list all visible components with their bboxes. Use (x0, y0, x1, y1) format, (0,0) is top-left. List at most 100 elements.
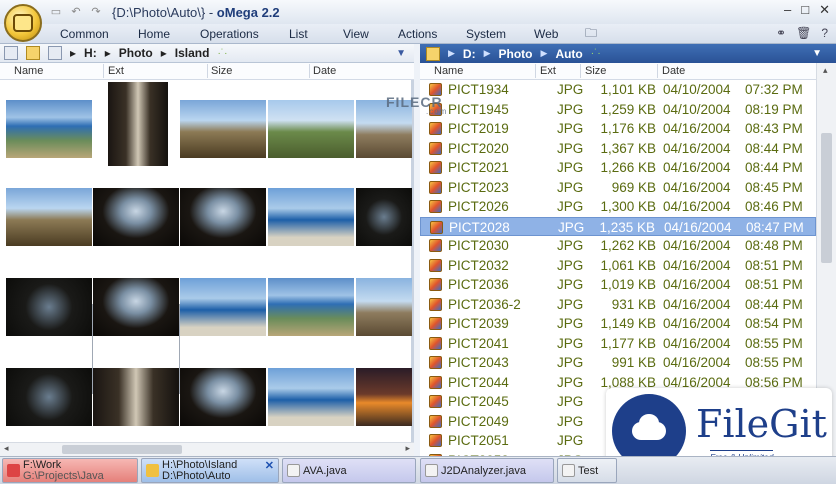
chevron-down-icon[interactable]: ▼ (812, 48, 822, 59)
file-time: 08:51 PM (745, 257, 803, 273)
tab-common[interactable]: Common (60, 27, 109, 41)
panel-view-icon[interactable] (4, 46, 18, 60)
thumbnail[interactable] (6, 188, 92, 246)
tab-view[interactable]: View (343, 27, 369, 41)
thumbnail[interactable] (356, 278, 412, 336)
file-name: PICT2026 (448, 199, 509, 214)
jpg-file-icon (430, 220, 443, 234)
edit-icon[interactable] (48, 46, 62, 60)
thumbnail[interactable] (108, 82, 168, 166)
close-icon[interactable]: ✕ (819, 2, 830, 18)
file-row[interactable]: PICT2030 JPG 1,262 KB 04/16/2004 08:48 PM (420, 236, 816, 256)
tab-web[interactable]: Web (534, 27, 558, 41)
jpg-file-icon (429, 258, 442, 272)
thumbnail[interactable] (268, 368, 354, 426)
file-time: 08:55 PM (745, 335, 803, 351)
file-row[interactable]: PICT2023 JPG 969 KB 04/16/2004 08:45 PM (420, 178, 816, 198)
thumbnail[interactable] (6, 368, 92, 426)
thumbnail[interactable] (180, 188, 266, 246)
thumbnail[interactable] (268, 278, 354, 336)
col-size[interactable]: Size (585, 65, 606, 77)
file-name: PICT2021 (448, 160, 509, 175)
file-row[interactable]: PICT2020 JPG 1,367 KB 04/16/2004 08:44 PM (420, 139, 816, 159)
col-size[interactable]: Size (211, 65, 232, 77)
file-row[interactable]: PICT2032 JPG 1,061 KB 04/16/2004 08:51 PM (420, 256, 816, 276)
col-name[interactable]: Name (434, 65, 463, 77)
tab-test[interactable]: Test an (557, 458, 617, 483)
tab-home[interactable]: Home (138, 27, 170, 41)
thumbnail[interactable] (356, 368, 412, 426)
file-row[interactable]: PICT2026 JPG 1,300 KB 04/16/2004 08:46 PM (420, 197, 816, 217)
file-row[interactable]: PICT2041 JPG 1,177 KB 04/16/2004 08:55 PM (420, 334, 816, 354)
file-row[interactable]: PICT2021 JPG 1,266 KB 04/16/2004 08:44 PM (420, 158, 816, 178)
redo-icon[interactable]: ↷ (88, 4, 104, 20)
left-horizontal-scrollbar[interactable]: ◂ ▸ (0, 442, 414, 456)
maximize-icon[interactable]: □ (801, 2, 809, 18)
tab-operations[interactable]: Operations (200, 27, 259, 41)
left-drive[interactable]: H: (84, 46, 97, 60)
thumbnail[interactable] (180, 368, 266, 426)
left-crumb-island[interactable]: Island (175, 46, 210, 60)
tab-ava-java[interactable]: AVA.java (282, 458, 416, 483)
file-date: 04/16/2004 (663, 355, 731, 370)
left-crumb-photo[interactable]: Photo (119, 46, 153, 60)
chevron-down-icon[interactable]: ▼ (396, 48, 406, 59)
thumbnail[interactable] (180, 100, 266, 158)
scroll-right-icon[interactable]: ▸ (405, 443, 410, 454)
scroll-left-icon[interactable]: ◂ (4, 443, 9, 454)
help-icon[interactable]: ? (821, 26, 828, 40)
col-ext[interactable]: Ext (540, 65, 556, 77)
col-date[interactable]: Date (662, 65, 685, 77)
scroll-thumb[interactable] (62, 445, 182, 454)
right-crumb-auto[interactable]: Auto (555, 47, 582, 61)
col-ext[interactable]: Ext (108, 65, 124, 77)
file-row[interactable]: PICT2043 JPG 991 KB 04/16/2004 08:55 PM (420, 353, 816, 373)
file-time: 08:44 PM (745, 140, 803, 156)
tab-list[interactable]: List (289, 27, 308, 41)
app-menu-orb[interactable] (4, 4, 42, 42)
thumbnail[interactable] (6, 278, 92, 336)
minimize-icon[interactable]: – (784, 2, 791, 18)
file-row[interactable]: PICT2036 JPG 1,019 KB 04/16/2004 08:51 PM (420, 275, 816, 295)
thumbnail[interactable] (6, 100, 92, 158)
thumbnail[interactable] (180, 278, 266, 336)
thumbnail-view-icon[interactable] (26, 46, 40, 60)
tab-label: Test an (578, 465, 599, 477)
col-name[interactable]: Name (14, 65, 43, 77)
thumbnail[interactable] (268, 188, 354, 246)
thumbnail[interactable] (93, 188, 179, 246)
tab-system[interactable]: System (466, 27, 506, 41)
thumbnail[interactable] (268, 100, 354, 158)
title-path: {D:\Photo\Auto\} (112, 5, 206, 20)
folder-icon[interactable]: 🗀 (585, 24, 597, 45)
file-ext: JPG (557, 140, 584, 156)
link-icon[interactable]: ⚭ (776, 26, 786, 40)
trash-icon[interactable]: 🗑 (796, 26, 811, 40)
thumbnail[interactable] (356, 188, 412, 246)
tab-work-java[interactable]: F:\Work G:\Projects\Java (2, 458, 138, 483)
file-row[interactable]: PICT2019 JPG 1,176 KB 04/16/2004 08:43 PM (420, 119, 816, 139)
jpg-file-icon (429, 122, 442, 135)
scroll-up-icon[interactable]: ▴ (823, 65, 828, 76)
close-icon[interactable]: ✕ (265, 461, 274, 472)
file-time: 08:47 PM (746, 219, 804, 235)
file-row[interactable]: PICT1945 JPG 1,259 KB 04/10/2004 08:19 PM (420, 100, 816, 120)
undo-icon[interactable]: ↶ (68, 4, 84, 20)
file-row[interactable]: PICT2028 JPG 1,235 KB 04/16/2004 08:47 PM (420, 216, 816, 236)
thumbnail[interactable] (93, 368, 179, 426)
file-size: 1,262 KB (600, 238, 656, 253)
tab-photo-island-auto[interactable]: H:\Photo\Island D:\Photo\Auto ✕ (141, 458, 279, 483)
tab-actions[interactable]: Actions (398, 27, 437, 41)
edit-icon[interactable] (426, 46, 440, 61)
file-row[interactable]: PICT1934 JPG 1,101 KB 04/10/2004 07:32 PM (420, 80, 816, 100)
thumbnail[interactable] (93, 278, 179, 336)
right-crumb-photo[interactable]: Photo (499, 47, 533, 61)
file-row[interactable]: PICT2036-2 JPG 931 KB 04/16/2004 08:44 PM (420, 295, 816, 315)
scroll-thumb[interactable] (821, 133, 832, 263)
col-date[interactable]: Date (313, 65, 336, 77)
file-row[interactable]: PICT2039 JPG 1,149 KB 04/16/2004 08:54 PM (420, 314, 816, 334)
tab-j2danalyzer-java[interactable]: J2DAnalyzer.java (420, 458, 554, 483)
keyboard-icon[interactable]: ▭ (48, 4, 64, 20)
right-drive[interactable]: D: (463, 47, 476, 61)
file-ext: JPG (557, 238, 584, 253)
